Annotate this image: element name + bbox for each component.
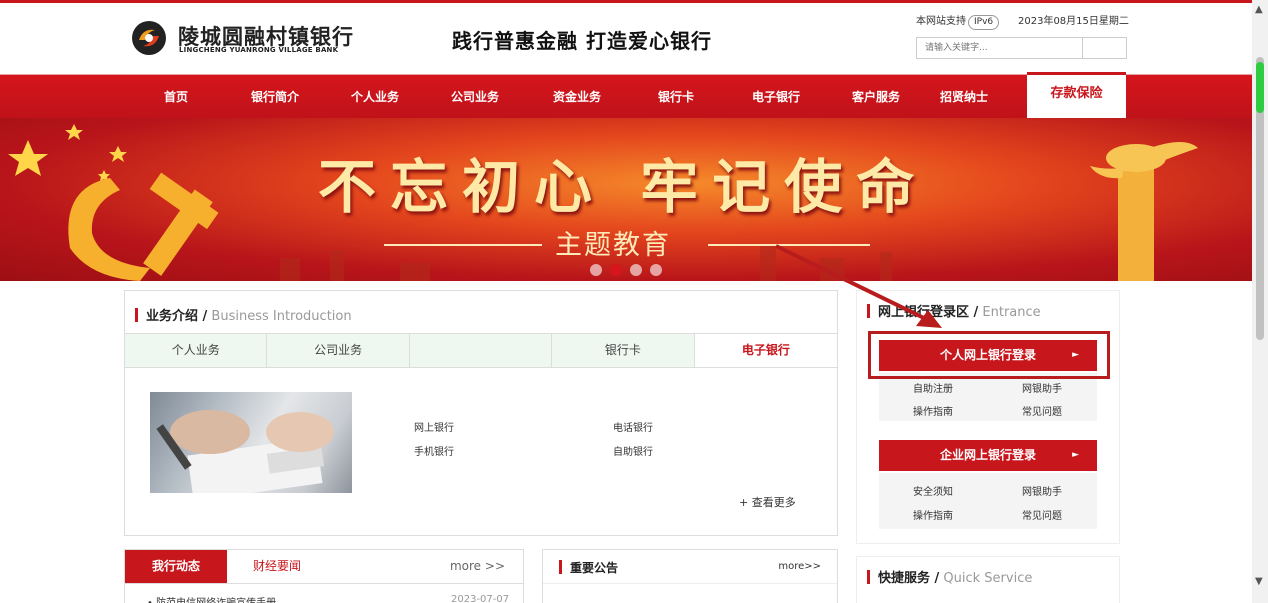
business-tabs: 个人业务 公司业务 银行卡 电子银行	[125, 333, 838, 368]
nav-item-treasury[interactable]: 资金业务	[548, 75, 606, 119]
divider	[125, 583, 523, 584]
calculator-hands-image	[156, 410, 334, 493]
nav-item-about[interactable]: 银行简介	[248, 75, 302, 119]
slogan: 践行普惠金融 打造爱心银行	[452, 29, 712, 53]
link-operation-guide[interactable]: 操作指南	[913, 403, 953, 418]
tab-bank-news[interactable]: 我行动态	[125, 550, 227, 583]
link-ebank-assistant[interactable]: 网银助手	[1022, 380, 1062, 395]
tab-corporate[interactable]: 公司业务	[267, 334, 410, 367]
notice-title: 重要公告	[559, 559, 618, 576]
search-box	[916, 37, 1127, 59]
huabiao-column-icon	[1090, 142, 1198, 281]
title-bar	[559, 560, 562, 574]
link-ebank-assistant-corp[interactable]: 网银助手	[1022, 483, 1062, 498]
nav-item-personal[interactable]: 个人业务	[347, 75, 403, 119]
view-more-link[interactable]: + 查看更多	[739, 494, 796, 510]
quick-service-title: 快捷服务 / Quick Service	[867, 567, 1032, 586]
corporate-login-label: 企业网上银行登录	[939, 448, 1036, 462]
tab-finance-news[interactable]: 财经要闻	[253, 550, 301, 583]
business-photo	[150, 392, 352, 493]
login-title-en: Entrance	[978, 305, 1041, 320]
business-title-cn: 业务介绍 /	[146, 309, 208, 324]
notice-panel: 重要公告 more>>	[542, 549, 838, 603]
notice-title-text: 重要公告	[570, 561, 619, 575]
annotation-arrow-icon	[775, 244, 942, 328]
link-security-notice[interactable]: 安全须知	[913, 483, 953, 498]
notice-more-link[interactable]: more>>	[778, 561, 821, 572]
carousel-dot[interactable]	[590, 264, 602, 276]
quick-service-panel: 快捷服务 / Quick Service	[856, 556, 1120, 603]
carousel-dot[interactable]	[650, 264, 662, 276]
annotation-highlight-box	[868, 331, 1110, 379]
scroll-down-icon[interactable]: ▼	[1255, 576, 1263, 587]
support-text: 本网站支持	[916, 16, 966, 27]
current-date: 2023年08月15日星期二	[1018, 16, 1129, 27]
personal-login-links: 自助注册 网银助手 操作指南 常见问题	[879, 373, 1097, 421]
corporate-login-links: 安全须知 网银助手 操作指南 常见问题	[879, 473, 1097, 529]
business-title-en: Business Introduction	[207, 309, 352, 324]
link-faq[interactable]: 常见问题	[1022, 403, 1062, 418]
nav-item-home[interactable]: 首页	[161, 75, 191, 119]
scroll-up-icon[interactable]: ▲	[1255, 4, 1263, 15]
banner-title: 不忘初心 牢记使命	[318, 153, 929, 221]
page-scrollbar[interactable]: ▲ ▼	[1252, 0, 1268, 603]
banner-divider-left	[384, 244, 542, 246]
carousel-dot-active[interactable]	[610, 264, 622, 276]
news-panel: 我行动态 财经要闻 more >> • 防范电信网络诈骗宣传手册 2023-07…	[124, 549, 524, 603]
title-bar	[867, 570, 870, 584]
quick-title-en: Quick Service	[939, 571, 1033, 586]
carousel-dot[interactable]	[630, 264, 642, 276]
business-intro-title: 业务介绍 / Business Introduction	[135, 305, 352, 324]
bank-logo[interactable]: 陵城圆融村镇银行 LINGCHENG YUANRONG VILLAGE BANK	[131, 20, 371, 60]
link-self-register[interactable]: 自助注册	[913, 380, 953, 395]
link-mobile-banking[interactable]: 手机银行	[414, 443, 454, 458]
carousel-dots	[590, 264, 662, 276]
bank-logo-icon	[132, 21, 166, 55]
search-button[interactable]	[1083, 38, 1126, 58]
news-date: 2023-07-07	[451, 594, 510, 603]
hammer-sickle-icon	[68, 172, 219, 281]
tab-blank[interactable]	[409, 334, 553, 367]
link-operation-guide-corp[interactable]: 操作指南	[913, 507, 953, 522]
link-phone-banking[interactable]: 电话银行	[613, 419, 653, 434]
tab-card[interactable]: 银行卡	[552, 334, 695, 367]
search-input[interactable]	[917, 38, 1083, 58]
link-self-service[interactable]: 自助银行	[613, 443, 653, 458]
nav-item-service[interactable]: 客户服务	[848, 75, 904, 119]
link-online-banking[interactable]: 网上银行	[414, 419, 454, 434]
site-header: 陵城圆融村镇银行 LINGCHENG YUANRONG VILLAGE BANK…	[0, 3, 1252, 73]
arrow-right-icon: ►	[1072, 450, 1079, 460]
bank-name-en: LINGCHENG YUANRONG VILLAGE BANK	[179, 46, 339, 54]
quick-title-cn: 快捷服务 /	[878, 571, 940, 586]
news-more-link[interactable]: more >>	[450, 550, 505, 583]
divider	[543, 583, 837, 584]
news-item[interactable]: • 防范电信网络诈骗宣传手册	[147, 594, 276, 603]
banner-subtitle: 主题教育	[555, 230, 671, 261]
ipv6-support: 本网站支持 IPv6	[916, 12, 1000, 30]
nav-item-card[interactable]: 银行卡	[655, 75, 697, 119]
nav-item-ebank[interactable]: 电子银行	[748, 75, 804, 119]
nav-item-corporate[interactable]: 公司业务	[446, 75, 504, 119]
link-faq-corp[interactable]: 常见问题	[1022, 507, 1062, 522]
main-nav: 首页 银行简介 个人业务 公司业务 资金业务 银行卡 电子银行 客户服务 招贤纳…	[0, 72, 1252, 119]
nav-item-deposit-insurance[interactable]: 存款保险	[1027, 72, 1126, 119]
hero-banner[interactable]: 不忘初心 牢记使命 主题教育	[0, 118, 1252, 281]
flag-stars-icon	[8, 124, 127, 181]
nav-item-careers[interactable]: 招贤纳士	[935, 75, 993, 119]
scroll-indicator	[1256, 62, 1264, 113]
ipv6-badge: IPv6	[968, 15, 1000, 30]
tab-ebank[interactable]: 电子银行	[694, 334, 838, 367]
corporate-login-button[interactable]: 企业网上银行登录 ►	[879, 440, 1097, 471]
tab-personal[interactable]: 个人业务	[125, 334, 268, 367]
business-intro-panel: 业务介绍 / Business Introduction 个人业务 公司业务 银…	[124, 290, 838, 536]
title-bar	[135, 308, 138, 322]
